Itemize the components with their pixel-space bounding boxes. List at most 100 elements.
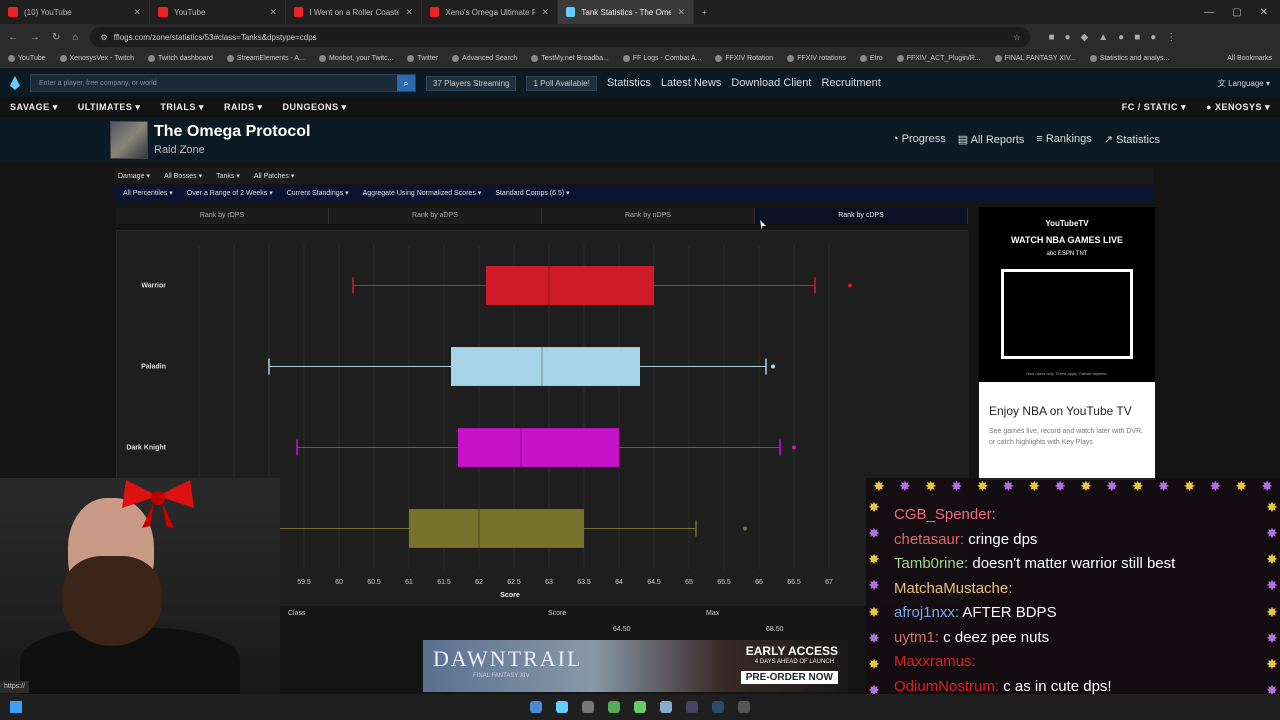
play-icon[interactable] [634,701,646,713]
chat-username[interactable]: uytm1: [894,629,939,646]
nav-raids[interactable]: RAIDS ▾ [224,102,263,113]
close-window-icon[interactable]: ✕ [1260,7,1268,18]
tab-0[interactable]: (10) YouTube ✕ [0,0,150,24]
close-icon[interactable]: ✕ [541,7,549,18]
filter-patches[interactable]: All Patches ▾ [254,172,295,180]
steam-icon[interactable] [712,701,724,713]
profile-icon[interactable]: ● [1150,32,1156,43]
filter-standings[interactable]: Current Standings ▾ [287,189,349,197]
bookmark-item[interactable]: StreamElements - A... [226,55,305,62]
filter-comps[interactable]: Standard Comps (6.5) ▾ [495,189,569,197]
maps-icon[interactable] [582,701,594,713]
side-ad[interactable]: YouTubeTV WATCH NBA GAMES LIVE abc ESPN … [979,207,1155,480]
extension-icon[interactable]: ● [1064,32,1070,43]
site-search-input[interactable]: Enter a player, free company, or world ⌕ [30,74,416,92]
new-tab-button[interactable]: + [694,0,715,24]
bookmark-item[interactable]: FINAL FANTASY XIV... [994,55,1076,62]
all-bookmarks[interactable]: All Bookmarks [1227,55,1272,62]
poll-badge[interactable]: 1 Poll Available! [526,75,597,91]
bookmark-item[interactable]: Etro [859,55,883,62]
chat-username[interactable]: Tamb0rine: [894,555,968,572]
back-icon[interactable]: ← [8,32,18,43]
fflogs-app-icon[interactable] [556,701,568,713]
chat-username[interactable]: Maxxramus: [894,653,976,670]
bookmark-item[interactable]: FFXIV rotations [787,55,846,62]
chat-username[interactable]: MatchaMustache: [894,580,1012,597]
streaming-badge[interactable]: 37 Players Streaming [426,75,517,91]
bookmark-item[interactable]: Twitter [407,55,438,62]
preorder-button[interactable]: PRE-ORDER NOW [740,671,838,684]
close-icon[interactable]: ✕ [133,7,141,18]
reload-icon[interactable]: ↻ [52,32,60,43]
nav-user[interactable]: ● XENOSYS ▾ [1206,102,1270,113]
bookmark-item[interactable]: Twitch dashboard [147,55,213,62]
dawntrail-ad[interactable]: DAWNTRAIL FINAL FANTASY XIV EARLY ACCESS… [423,640,848,692]
filter-range[interactable]: Over a Range of 2 Weeks ▾ [187,189,273,197]
app-icon[interactable] [686,701,698,713]
minimize-icon[interactable]: — [1204,7,1214,18]
filter-percentiles[interactable]: All Percentiles ▾ [123,189,173,197]
obs-icon[interactable] [738,701,750,713]
tab-2[interactable]: I Went on a Roller Coaster For T✕ [286,0,422,24]
chat-username[interactable]: afroj1nxx: [894,604,959,621]
nav-dungeons[interactable]: DUNGEONS ▾ [283,102,347,113]
site-info-icon[interactable]: ⚙ [100,33,107,42]
zone-link-statistics[interactable]: ↗ Statistics [1104,133,1160,146]
col-score[interactable]: Score [548,610,566,617]
app-icon[interactable] [660,701,672,713]
tab-4[interactable]: Tank Statistics - The Omega Pr✕ [558,0,694,24]
menu-icon[interactable]: ⋮ [1166,32,1176,43]
bookmark-star-icon[interactable]: ☆ [1013,33,1020,42]
close-icon[interactable]: ✕ [677,7,685,18]
nav-savage[interactable]: SAVAGE ▾ [10,102,58,113]
bookmark-item[interactable]: YouTube [8,55,46,62]
link-recruitment[interactable]: Recruitment [821,77,880,89]
col-class[interactable]: Class [288,610,306,617]
tab-1[interactable]: YouTube ✕ [150,0,286,24]
chat-username[interactable]: OdiumNostrum: [894,678,999,695]
language-dropdown[interactable]: 文 Language ▾ [1218,78,1270,89]
filter-metric[interactable]: Damage ▾ [118,172,150,180]
forward-icon[interactable]: → [30,32,40,43]
close-icon[interactable]: ✕ [405,7,413,18]
close-icon[interactable]: ✕ [269,7,277,18]
bookmark-item[interactable]: Moobot, your Twitc... [318,55,393,62]
nav-trials[interactable]: TRIALS ▾ [160,102,204,113]
extension-icon[interactable]: ◆ [1081,32,1089,43]
zone-link-rankings[interactable]: ≡ Rankings [1036,133,1091,146]
nvidia-icon[interactable] [608,701,620,713]
zone-link-progress[interactable]: ◔ Progress [892,133,946,146]
tab-rank-cdps[interactable]: Rank by cDPS [755,208,968,224]
tab-rank-adps[interactable]: Rank by aDPS [329,208,542,224]
bookmark-item[interactable]: Statistics and analys... [1089,55,1169,62]
link-statistics[interactable]: Statistics [607,77,651,89]
bookmark-item[interactable]: FFXIV_ACT_Plugin/R... [896,55,981,62]
nav-fc-static[interactable]: FC / STATIC ▾ [1122,102,1186,113]
fflogs-logo-icon[interactable] [10,76,20,90]
url-field[interactable]: ⚙ fflogs.com/zone/statistics/53#class=Tan… [90,27,1031,47]
tab-3[interactable]: Xeno's Omega Ultimate Rant (I✕ [422,0,558,24]
extension-icon[interactable]: ■ [1134,32,1140,43]
tab-rank-rdps[interactable]: Rank by rDPS [116,208,329,224]
extension-icon[interactable]: ▲ [1098,32,1108,43]
search-icon[interactable]: ⌕ [397,75,415,91]
bookmark-item[interactable]: TestMy.net Broadba... [531,55,609,62]
filter-bosses[interactable]: All Bosses ▾ [164,172,202,180]
bookmark-item[interactable]: Advanced Search [452,55,517,62]
extension-icon[interactable]: ■ [1048,32,1054,43]
chat-username[interactable]: CGB_Spender: [894,506,996,523]
bookmark-item[interactable]: FFXIV Rotation [715,55,773,62]
nav-ultimates[interactable]: ULTIMATES ▾ [78,102,141,113]
tab-rank-ndps[interactable]: Rank by nDPS [542,208,755,224]
col-max[interactable]: Max [706,610,719,617]
chrome-icon[interactable] [530,701,542,713]
extension-icon[interactable]: ● [1118,32,1124,43]
chat-username[interactable]: chetasaur: [894,531,964,548]
link-latest-news[interactable]: Latest News [661,77,722,89]
home-icon[interactable]: ⌂ [72,32,78,43]
zone-link-reports[interactable]: ▤ All Reports [958,133,1025,146]
windows-start-icon[interactable] [10,701,22,713]
filter-role[interactable]: Tanks ▾ [216,172,240,180]
filter-aggregate[interactable]: Aggregate Using Normalized Scores ▾ [363,189,482,197]
bookmark-item[interactable]: XenosysVex - Twitch [59,55,134,62]
